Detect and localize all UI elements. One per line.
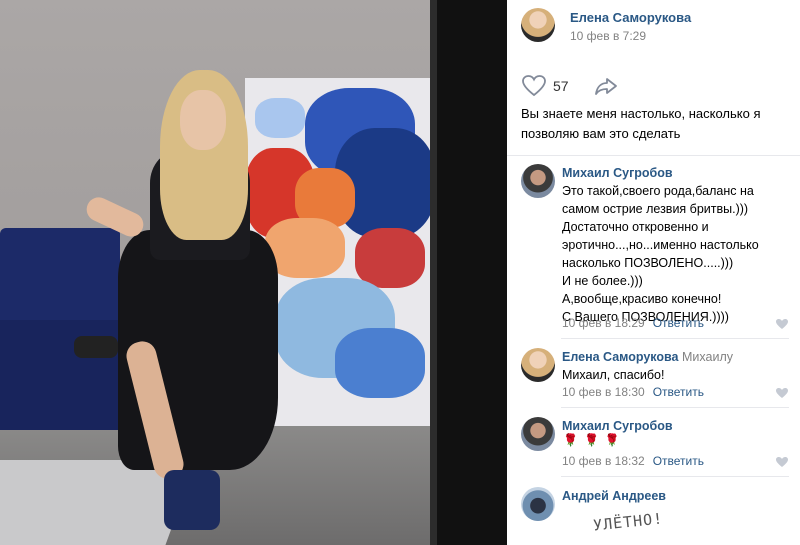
comment-line: А,вообще,красиво конечно! xyxy=(562,292,722,306)
commenter-avatar[interactable] xyxy=(521,164,555,198)
reply-button[interactable]: Ответить xyxy=(653,316,704,330)
like-button[interactable]: 57 xyxy=(521,74,569,98)
like-icon[interactable] xyxy=(775,318,789,330)
author-avatar[interactable] xyxy=(521,8,555,42)
commenter-avatar[interactable] xyxy=(521,417,555,451)
figure-face xyxy=(180,90,226,150)
comment-emoji: 🌹 🌹 🌹 xyxy=(563,433,620,447)
comment-author[interactable]: Елена Саморукова xyxy=(562,350,679,364)
comment-author-line: Елена Саморукова Михаилу xyxy=(562,350,733,364)
comment-line: эротично...,но...именно настолько xyxy=(562,238,759,252)
comment-author[interactable]: Михаил Сугробов xyxy=(562,166,673,180)
comment-meta: 10 фев в 18:30 Ответить xyxy=(562,385,704,399)
heart-icon xyxy=(522,75,546,97)
divider xyxy=(561,338,789,339)
share-icon[interactable] xyxy=(593,76,619,96)
reply-button[interactable]: Ответить xyxy=(653,454,704,468)
comment-line: И не более.))) xyxy=(562,274,643,288)
viewer-gutter xyxy=(437,0,507,545)
post-photo[interactable] xyxy=(0,0,437,545)
post-date[interactable]: 10 фев в 7:29 xyxy=(570,29,646,43)
comment-line: Это такой,своего рода,баланс на xyxy=(562,184,754,198)
like-icon[interactable] xyxy=(775,387,789,399)
rose-icon: 🌹 xyxy=(583,433,599,447)
comment-date[interactable]: 10 фев в 18:29 xyxy=(562,316,645,330)
reply-button[interactable]: Ответить xyxy=(653,385,704,399)
comment-line: Михаил, спасибо! xyxy=(562,368,665,382)
likes-count: 57 xyxy=(553,78,569,94)
commenter-avatar[interactable] xyxy=(521,487,555,521)
comment-line: Достаточно откровенно и xyxy=(562,220,709,234)
divider xyxy=(507,155,800,156)
comment-line: самом острие лезвия бритвы.))) xyxy=(562,202,749,216)
comment-author[interactable]: Андрей Андреев xyxy=(562,489,666,503)
handwritten-sticker: УЛЁТНО! xyxy=(592,509,664,535)
figure-shoe xyxy=(164,470,220,530)
comment-author[interactable]: Михаил Сугробов xyxy=(562,419,673,433)
comment-date[interactable]: 10 фев в 18:32 xyxy=(562,454,645,468)
commenter-avatar[interactable] xyxy=(521,348,555,382)
comment-text: Это такой,своего рода,баланс на самом ос… xyxy=(562,182,787,326)
post-text: Вы знаете меня настолько, насколько я по… xyxy=(521,106,761,141)
post-author-name[interactable]: Елена Саморукова xyxy=(570,10,691,25)
divider xyxy=(561,407,789,408)
comment-date[interactable]: 10 фев в 18:30 xyxy=(562,385,645,399)
comment-meta: 10 фев в 18:29 Ответить xyxy=(562,316,704,330)
rose-icon: 🌹 xyxy=(563,433,578,447)
comment-addressee[interactable]: Михаилу xyxy=(682,350,733,364)
rose-icon: 🌹 xyxy=(604,433,620,447)
comment-meta: 10 фев в 18:32 Ответить xyxy=(562,454,704,468)
divider xyxy=(561,476,789,477)
comment-line: насколько ПОЗВОЛЕНО.....))) xyxy=(562,256,734,270)
figure-shoe xyxy=(74,336,118,358)
comment-text: Михаил, спасибо! xyxy=(562,366,787,384)
like-icon[interactable] xyxy=(775,456,789,468)
photo-edge xyxy=(430,0,437,545)
post-sidebar: Елена Саморукова 10 фев в 7:29 57 Вы зна… xyxy=(507,0,800,545)
